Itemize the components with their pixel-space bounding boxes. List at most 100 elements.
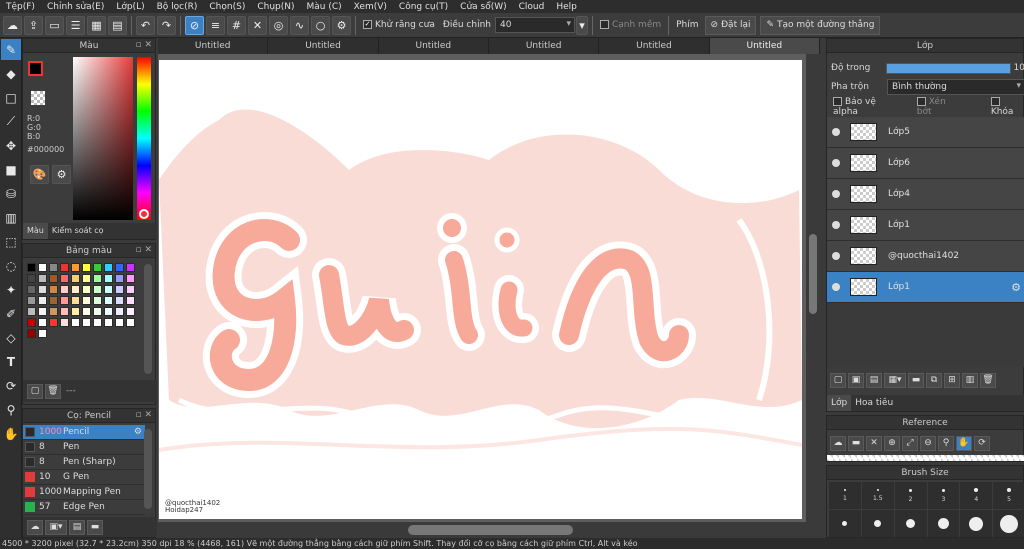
rect-tool-icon[interactable]: □ — [1, 87, 21, 108]
palette-scrollbar[interactable] — [144, 264, 152, 374]
add-brush-icon[interactable]: ▣▾ — [45, 519, 67, 535]
menu-tools[interactable]: Công cụ(T) — [393, 2, 454, 12]
layer-row[interactable]: Lớp1 — [827, 210, 1024, 241]
palette-swatch[interactable] — [60, 285, 69, 294]
palette-swatch[interactable] — [38, 296, 47, 305]
hue-slider[interactable] — [137, 57, 151, 220]
tab-document-6[interactable]: Untitled — [709, 38, 820, 54]
size-cell-large-3[interactable] — [894, 510, 927, 537]
brush-tool-icon[interactable]: ✎ — [1, 39, 21, 60]
lasso-tool-icon[interactable]: ◌ — [1, 255, 21, 276]
palette-swatch[interactable] — [38, 329, 47, 338]
gear-icon[interactable]: ⚙ — [134, 427, 142, 437]
eyedropper-tool-icon[interactable]: ⚲ — [1, 399, 21, 420]
palette-swatch[interactable] — [49, 285, 58, 294]
menu-color[interactable]: Màu (C) — [301, 2, 348, 12]
palette-swatch[interactable] — [27, 307, 36, 316]
hand-tool-icon[interactable]: ✋ — [1, 423, 21, 444]
palette-swatch[interactable] — [115, 307, 124, 316]
palette-swatch[interactable] — [93, 285, 102, 294]
scroll-thumb[interactable] — [809, 234, 817, 314]
palette-swatch[interactable] — [60, 263, 69, 272]
layer-row[interactable]: Lớp4 — [827, 179, 1024, 210]
blend-select[interactable]: Bình thường — [887, 79, 1024, 95]
palette-swatch[interactable] — [93, 274, 102, 283]
grid-icon[interactable]: ▦ — [87, 15, 106, 35]
palette-swatch[interactable] — [38, 263, 47, 272]
palette-swatch[interactable] — [115, 263, 124, 272]
palette-swatch[interactable] — [49, 263, 58, 272]
layer-row[interactable]: Lớp5 — [827, 117, 1024, 148]
duplicate-layer-icon[interactable]: ⧉ — [926, 372, 942, 388]
clear-layer-icon[interactable]: ▥ — [962, 372, 978, 388]
size-cell-1[interactable]: 1 — [829, 482, 861, 509]
cloud-icon[interactable]: ☁ — [3, 15, 22, 35]
snap-circle-icon[interactable]: ○ — [311, 15, 330, 35]
rotate-icon[interactable]: ⟳ — [974, 435, 990, 451]
menu-window[interactable]: Cửa sổ(W) — [454, 2, 512, 12]
select-eraser-tool-icon[interactable]: ◇ — [1, 327, 21, 348]
palette-swatch[interactable] — [71, 296, 80, 305]
brush-item-edge-pen[interactable]: 57 Edge Pen — [23, 500, 145, 515]
text-tool-icon[interactable]: T — [1, 351, 21, 372]
tab-layer[interactable]: Lớp — [827, 395, 852, 411]
palette-swatch[interactable] — [27, 329, 36, 338]
brush-item-pen-sharp[interactable]: 8 Pen (Sharp) — [23, 455, 145, 470]
drawing-canvas[interactable]: @quocthai1402 Hoidap247 — [159, 60, 802, 519]
brush-cloud-icon[interactable]: ☁ — [27, 519, 43, 535]
layer-row[interactable]: @quocthai1402 — [827, 241, 1024, 272]
palette-swatch[interactable] — [126, 318, 135, 327]
eraser-tool-icon[interactable]: ◆ — [1, 63, 21, 84]
new-layer-1bit-icon[interactable]: ▤ — [866, 372, 882, 388]
canvas-horizontal-scrollbar[interactable] — [158, 522, 820, 538]
scroll-thumb[interactable] — [408, 525, 573, 535]
chat-icon[interactable]: ▭ — [45, 15, 64, 35]
panel-menu-icon[interactable]: ▫ ✕ — [135, 40, 152, 50]
primary-color-swatch[interactable] — [28, 61, 43, 76]
palette-swatch[interactable] — [104, 307, 113, 316]
palette-swatch[interactable] — [49, 296, 58, 305]
palette-swatch[interactable] — [104, 285, 113, 294]
lock-toggle[interactable]: Khóa — [990, 97, 1024, 117]
menu-file[interactable]: Tệp(F) — [0, 2, 41, 12]
size-cell-2[interactable]: 2 — [894, 482, 927, 509]
tab-navigator[interactable]: Hoa tiêu — [851, 395, 897, 411]
correction-select[interactable]: 40 — [494, 17, 575, 33]
eye-icon[interactable] — [832, 190, 840, 198]
menu-view[interactable]: Xem(V) — [348, 2, 393, 12]
menu-layer[interactable]: Lớp(L) — [110, 2, 150, 12]
eye-icon[interactable] — [832, 221, 840, 229]
straight-line-button[interactable]: ✎ Tạo một đường thẳng — [760, 15, 881, 35]
canvas-vertical-scrollbar[interactable] — [806, 54, 820, 522]
palette-swatch[interactable] — [126, 307, 135, 316]
palette-swatch[interactable] — [27, 318, 36, 327]
clipping-toggle[interactable]: Xén bớt — [916, 97, 963, 117]
size-cell-5[interactable]: 5 — [993, 482, 1024, 509]
fit-icon[interactable]: ⤢ — [902, 435, 918, 451]
snap-curve-icon[interactable]: ∿ — [290, 15, 309, 35]
palette-swatch[interactable] — [115, 285, 124, 294]
export-icon[interactable]: ⇪ — [24, 15, 43, 35]
reset-button[interactable]: ⊘ Đặt lại — [704, 15, 757, 35]
palette-swatch[interactable] — [27, 274, 36, 283]
palette-swatch[interactable] — [93, 263, 102, 272]
snap-cross-icon[interactable]: ✕ — [248, 15, 267, 35]
merge-layer-icon[interactable]: ⊞ — [944, 372, 960, 388]
protect-alpha-toggle[interactable]: Bảo vệ alpha — [833, 97, 903, 117]
palette-swatch[interactable] — [60, 274, 69, 283]
panel-menu-icon[interactable]: ▫ ✕ — [135, 245, 152, 255]
tab-color[interactable]: Màu — [23, 223, 48, 239]
palette-swatch[interactable] — [60, 307, 69, 316]
palette-swatch[interactable] — [27, 263, 36, 272]
eye-icon[interactable] — [832, 159, 840, 167]
palette-swatch[interactable] — [93, 296, 102, 305]
saturation-value-field[interactable] — [73, 57, 133, 220]
snap-parallel-icon[interactable]: ≡ — [206, 15, 225, 35]
size-cell-large-4[interactable] — [927, 510, 960, 537]
palette-swatch[interactable] — [60, 318, 69, 327]
size-cell-large-6[interactable] — [993, 510, 1024, 537]
snap-off-icon[interactable]: ⊘ — [185, 15, 204, 35]
close-icon[interactable]: ✕ — [866, 435, 882, 451]
eye-icon[interactable] — [832, 252, 840, 260]
fill-rect-tool-icon[interactable]: ■ — [1, 159, 21, 180]
